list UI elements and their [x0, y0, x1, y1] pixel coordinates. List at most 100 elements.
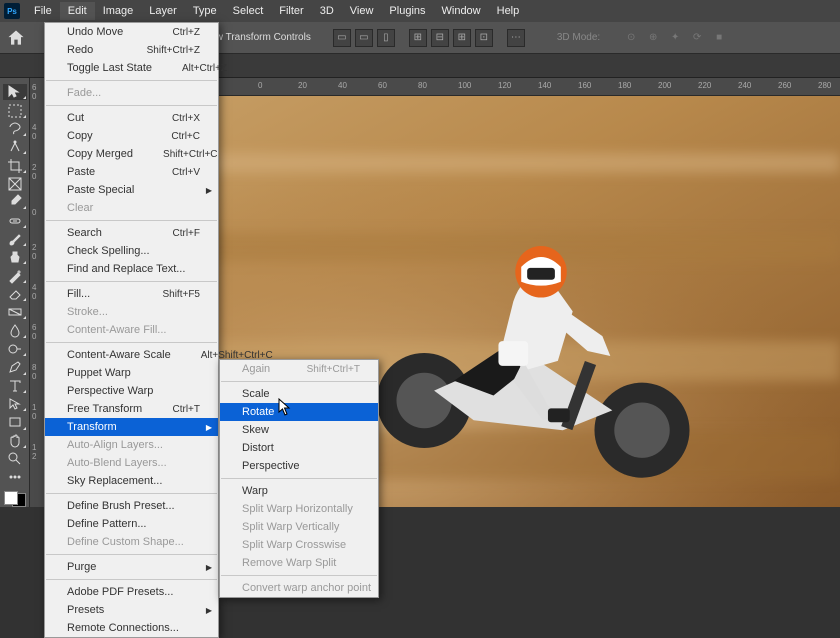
tool-pen[interactable] — [3, 359, 27, 375]
tool-move[interactable] — [3, 84, 27, 100]
tool-lasso[interactable] — [3, 121, 27, 137]
edit-item-find-and-replace-text[interactable]: Find and Replace Text... — [45, 260, 218, 278]
tool-type[interactable] — [3, 378, 27, 394]
edit-item-check-spelling[interactable]: Check Spelling... — [45, 242, 218, 260]
home-icon[interactable] — [6, 28, 26, 48]
edit-item-clear: Clear — [45, 199, 218, 217]
tool-panel — [0, 78, 30, 507]
edit-item-paste[interactable]: PasteCtrl+V — [45, 163, 218, 181]
edit-item-cut[interactable]: CutCtrl+X — [45, 109, 218, 127]
edit-item-undo-move[interactable]: Undo MoveCtrl+Z — [45, 23, 218, 41]
tool-clone[interactable] — [3, 249, 27, 265]
align-3[interactable]: ▯ — [377, 29, 395, 47]
edit-item-define-pattern[interactable]: Define Pattern... — [45, 515, 218, 533]
more-1[interactable]: ⋯ — [507, 29, 525, 47]
menu-view[interactable]: View — [342, 2, 382, 20]
transform-item-split-warp-crosswise: Split Warp Crosswise — [220, 536, 378, 554]
tool-crop[interactable] — [3, 157, 27, 173]
3d-1[interactable]: ⊙ — [622, 29, 640, 47]
tool-path-select[interactable] — [3, 396, 27, 412]
edit-item-redo[interactable]: RedoShift+Ctrl+Z — [45, 41, 218, 59]
menu-edit[interactable]: Edit — [60, 2, 95, 20]
transform-item-distort[interactable]: Distort — [220, 439, 378, 457]
cursor-icon — [278, 398, 292, 416]
edit-item-remote-connections[interactable]: Remote Connections... — [45, 619, 218, 637]
menu-type[interactable]: Type — [185, 2, 225, 20]
edit-item-copy-merged[interactable]: Copy MergedShift+Ctrl+C — [45, 145, 218, 163]
tool-brush[interactable] — [3, 231, 27, 247]
menubar: Ps File Edit Image Layer Type Select Fil… — [0, 0, 840, 22]
edit-item-auto-blend-layers: Auto-Blend Layers... — [45, 454, 218, 472]
tool-rectangle[interactable] — [3, 414, 27, 430]
edit-item-fade: Fade... — [45, 84, 218, 102]
align-group: ▭ ▭ ▯ — [331, 29, 397, 47]
transform-item-warp[interactable]: Warp — [220, 482, 378, 500]
transform-item-remove-warp-split: Remove Warp Split — [220, 554, 378, 572]
tool-zoom[interactable] — [3, 451, 27, 467]
menu-image[interactable]: Image — [95, 2, 142, 20]
transform-item-again: AgainShift+Ctrl+T — [220, 360, 378, 378]
foreground-swatch[interactable] — [4, 491, 18, 505]
edit-item-adobe-pdf-presets[interactable]: Adobe PDF Presets... — [45, 583, 218, 601]
menu-window[interactable]: Window — [434, 2, 489, 20]
dist-3[interactable]: ⊞ — [453, 29, 471, 47]
transform-item-skew[interactable]: Skew — [220, 421, 378, 439]
menu-filter[interactable]: Filter — [271, 2, 311, 20]
tool-history-brush[interactable] — [3, 267, 27, 283]
edit-item-paste-special[interactable]: Paste Special▶ — [45, 181, 218, 199]
transform-item-rotate[interactable]: Rotate — [220, 403, 378, 421]
edit-item-puppet-warp[interactable]: Puppet Warp — [45, 364, 218, 382]
menu-layer[interactable]: Layer — [141, 2, 185, 20]
distribute-group: ⊞ ⊟ ⊞ ⊡ — [407, 29, 495, 47]
3d-buttons: ⊙ ⊕ ✦ ⟳ ■ — [620, 29, 730, 47]
tool-spot-heal[interactable] — [3, 212, 27, 228]
menu-plugins[interactable]: Plugins — [381, 2, 433, 20]
tool-dodge[interactable] — [3, 341, 27, 357]
menu-file[interactable]: File — [26, 2, 60, 20]
edit-item-search[interactable]: SearchCtrl+F — [45, 224, 218, 242]
3d-mode-label: 3D Mode: — [557, 32, 600, 43]
edit-item-content-aware-scale[interactable]: Content-Aware ScaleAlt+Shift+Ctrl+C — [45, 346, 218, 364]
menu-3d[interactable]: 3D — [312, 2, 342, 20]
dist-1[interactable]: ⊞ — [409, 29, 427, 47]
tool-edit-toolbar[interactable] — [3, 469, 27, 485]
transform-submenu: AgainShift+Ctrl+T ScaleRotateSkewDistortP… — [219, 359, 379, 598]
edit-item-content-aware-fill: Content-Aware Fill... — [45, 321, 218, 339]
menu-help[interactable]: Help — [489, 2, 528, 20]
edit-item-fill[interactable]: Fill...Shift+F5 — [45, 285, 218, 303]
transform-item-split-warp-vertically: Split Warp Vertically — [220, 518, 378, 536]
edit-item-toggle-last-state[interactable]: Toggle Last StateAlt+Ctrl+Z — [45, 59, 218, 77]
transform-item-scale[interactable]: Scale — [220, 385, 378, 403]
edit-item-purge[interactable]: Purge▶ — [45, 558, 218, 576]
tool-eraser[interactable] — [3, 286, 27, 302]
3d-5[interactable]: ■ — [710, 29, 728, 47]
edit-item-sky-replacement[interactable]: Sky Replacement... — [45, 472, 218, 490]
3d-3[interactable]: ✦ — [666, 29, 684, 47]
tool-hand[interactable] — [3, 433, 27, 449]
dist-4[interactable]: ⊡ — [475, 29, 493, 47]
color-swatches[interactable] — [4, 491, 26, 507]
tool-marquee[interactable] — [3, 102, 27, 118]
edit-item-transform[interactable]: Transform▶ — [45, 418, 218, 436]
tool-gradient[interactable] — [3, 304, 27, 320]
align-2[interactable]: ▭ — [355, 29, 373, 47]
tool-eyedropper[interactable] — [3, 194, 27, 210]
edit-item-stroke: Stroke... — [45, 303, 218, 321]
tool-frame[interactable] — [3, 176, 27, 192]
edit-item-copy[interactable]: CopyCtrl+C — [45, 127, 218, 145]
app-icon: Ps — [4, 3, 20, 19]
edit-item-presets[interactable]: Presets▶ — [45, 601, 218, 619]
edit-item-perspective-warp[interactable]: Perspective Warp — [45, 382, 218, 400]
dist-2[interactable]: ⊟ — [431, 29, 449, 47]
3d-4[interactable]: ⟳ — [688, 29, 706, 47]
3d-2[interactable]: ⊕ — [644, 29, 662, 47]
tool-blur[interactable] — [3, 322, 27, 338]
edit-item-free-transform[interactable]: Free TransformCtrl+T — [45, 400, 218, 418]
align-1[interactable]: ▭ — [333, 29, 351, 47]
transform-item-convert-warp-anchor-point: Convert warp anchor point — [220, 579, 378, 597]
transform-item-perspective[interactable]: Perspective — [220, 457, 378, 475]
transform-item-split-warp-horizontally: Split Warp Horizontally — [220, 500, 378, 518]
menu-select[interactable]: Select — [225, 2, 272, 20]
tool-quick-select[interactable] — [3, 139, 27, 155]
edit-item-define-brush-preset[interactable]: Define Brush Preset... — [45, 497, 218, 515]
